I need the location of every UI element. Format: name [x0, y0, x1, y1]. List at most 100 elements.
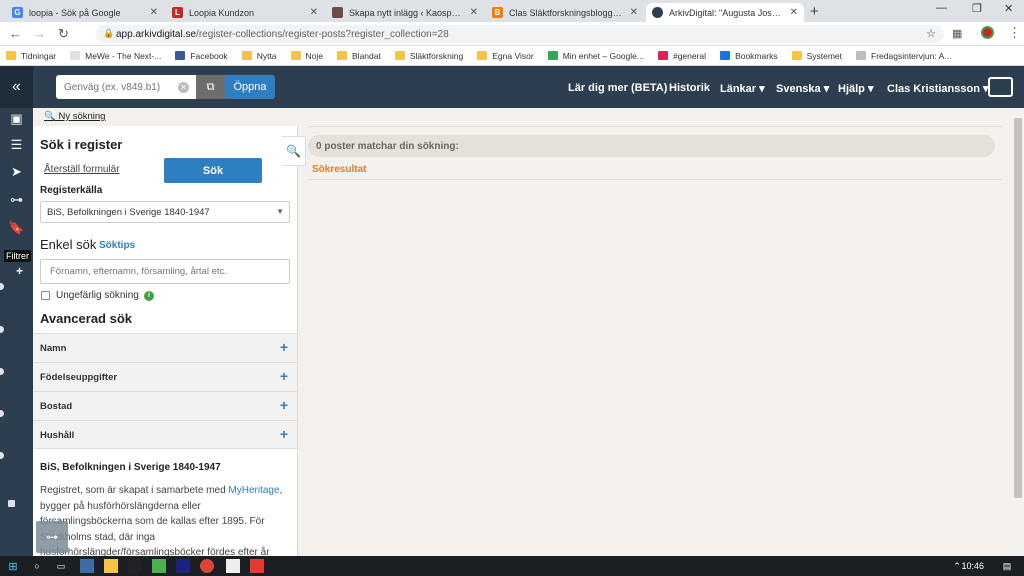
forward-icon[interactable]: → — [33, 26, 46, 41]
close-icon[interactable]: ✕ — [790, 7, 798, 18]
shortcut-input[interactable] — [56, 75, 196, 99]
list-icon[interactable]: ☰ — [0, 131, 33, 159]
close-icon[interactable]: ✕ — [150, 7, 158, 18]
plus-icon: + — [279, 426, 288, 442]
browser-tab[interactable]: G loopia - Sök på Google ✕ — [6, 3, 164, 22]
navigation-icon[interactable]: ➤ — [0, 158, 33, 186]
accordion-birth[interactable]: Födelseuppgifter + — [33, 362, 297, 391]
fuzzy-search-checkbox[interactable] — [41, 291, 50, 300]
bookmark-item[interactable]: #general — [657, 51, 706, 61]
reload-icon[interactable]: ↻ — [58, 26, 69, 42]
action-center-icon[interactable]: ▤ — [1000, 559, 1014, 573]
bookmark-item[interactable]: Systemet — [791, 51, 842, 61]
app-icon[interactable] — [176, 559, 190, 573]
close-window-icon[interactable]: ✕ — [1004, 2, 1013, 15]
bookmark-item[interactable]: Blandat — [337, 51, 381, 61]
app-icon[interactable] — [152, 559, 166, 573]
bookmarks-bar: Tidningar MeWe - The Next-... Facebook N… — [0, 46, 1024, 66]
slider-handle[interactable] — [0, 452, 4, 459]
slider-handle[interactable] — [0, 283, 4, 290]
folder-icon — [791, 51, 802, 60]
star-icon[interactable]: ☆ — [926, 27, 936, 40]
accordion-household[interactable]: Hushåll + — [33, 420, 297, 449]
nav-language[interactable]: Svenska ▾ — [776, 82, 829, 95]
task-view-icon[interactable]: ▭ — [54, 559, 68, 573]
new-tab-button[interactable]: + — [810, 3, 819, 20]
nav-help[interactable]: Hjälp ▾ — [838, 82, 873, 95]
file-explorer-icon[interactable] — [104, 559, 118, 573]
collapse-sidebar-icon[interactable]: « — [0, 66, 33, 108]
search-button[interactable]: Sök — [164, 158, 262, 183]
bookmark-item[interactable]: Min enhet – Google... — [547, 51, 644, 61]
minimize-icon[interactable]: — — [936, 2, 947, 14]
chrome-icon[interactable] — [200, 559, 214, 573]
app-icon[interactable] — [128, 559, 142, 573]
source-select[interactable]: BiS, Befolkningen i Sverige 1840-1947 ▼ — [40, 201, 290, 223]
scrollbar-thumb[interactable] — [1014, 118, 1022, 498]
clock: 10:46 — [961, 561, 984, 571]
accordion-residence[interactable]: Bostad + — [33, 391, 297, 420]
chat-icon[interactable] — [988, 77, 1013, 97]
facebook-icon — [175, 51, 186, 60]
url-field[interactable]: 🔒 app.arkivdigital.se/register-collectio… — [96, 25, 944, 43]
app-icon[interactable] — [80, 559, 94, 573]
tab-title: Skapa nytt inlägg ‹ Kaospensionär — [349, 7, 464, 18]
app-icon[interactable] — [250, 559, 264, 573]
bookmark-item[interactable]: Fredagsintervjun: A... — [856, 51, 951, 61]
copy-icon[interactable]: ⧉ — [196, 75, 225, 99]
myheritage-link[interactable]: MyHeritage — [228, 485, 279, 496]
browser-tab[interactable]: B Clas Släktforskningsblogg: Gratis ✕ — [486, 3, 644, 22]
bookmark-item[interactable]: MeWe - The Next-... — [70, 51, 161, 61]
browser-tab[interactable]: Skapa nytt inlägg ‹ Kaospensionär ✕ — [326, 3, 484, 22]
bookmark-item[interactable]: Tidningar — [6, 51, 56, 61]
browser-tab[interactable]: L Loopia Kundzon ✕ — [166, 3, 324, 22]
slider-handle[interactable] — [0, 410, 4, 417]
nav-learn-more[interactable]: Lär dig mer (BETA) — [568, 82, 667, 94]
search-icon[interactable]: 🔍 — [282, 136, 306, 166]
source-label: Registerkälla — [40, 185, 103, 196]
slack-icon — [657, 51, 668, 60]
address-bar: ← → ↻ 🔒 app.arkivdigital.se/register-col… — [0, 22, 1024, 46]
simple-search-input[interactable] — [40, 259, 290, 284]
new-search-link[interactable]: 🔍 Ny sökning — [44, 111, 105, 122]
reset-form-link[interactable]: Återställ formulär — [44, 164, 120, 175]
bookmark-item[interactable]: Nytta — [241, 51, 277, 61]
tree-icon[interactable]: ⊶ — [0, 186, 33, 214]
close-icon[interactable]: ✕ — [310, 7, 318, 18]
tree-icon[interactable]: ⊶ — [36, 521, 68, 553]
bookmark-item[interactable]: Noje — [290, 51, 323, 61]
arkivdigital-icon — [652, 7, 663, 18]
extension-icon[interactable]: ▦ — [952, 27, 962, 40]
menu-icon[interactable]: ⋮ — [1008, 25, 1021, 41]
search-panel: Sök i register Återställ formulär Sök Re… — [33, 126, 298, 556]
back-icon[interactable]: ← — [9, 26, 22, 41]
search-icon[interactable]: ○ — [30, 559, 44, 573]
google-drive-icon — [547, 51, 558, 60]
clear-icon[interactable]: ✕ — [178, 82, 189, 93]
maximize-icon[interactable]: ❐ — [972, 2, 982, 15]
nav-user[interactable]: Clas Kristiansson ▾ — [887, 82, 989, 95]
bookmark-icon[interactable]: 🔖 — [0, 214, 33, 242]
archive-icon[interactable]: ▣ — [0, 105, 33, 133]
info-icon[interactable]: i — [144, 291, 154, 301]
slider-handle[interactable] — [0, 368, 4, 375]
app-icon[interactable] — [226, 559, 240, 573]
search-tips-link[interactable]: Söktips — [99, 240, 135, 251]
fuzzy-search-label: Ungefärlig sökning — [56, 290, 139, 301]
slider-handle[interactable] — [0, 326, 4, 333]
bookmark-item[interactable]: Släktforskning — [394, 51, 463, 61]
close-icon[interactable]: ✕ — [630, 7, 638, 18]
nav-links[interactable]: Länkar ▾ — [720, 82, 765, 95]
plus-icon[interactable]: + — [16, 264, 23, 278]
bookmark-item[interactable]: Egna Visor — [477, 51, 534, 61]
windows-start-icon[interactable]: ⊞ — [6, 559, 20, 573]
profile-avatar[interactable] — [981, 26, 994, 39]
nav-history[interactable]: Historik — [669, 82, 710, 94]
close-icon[interactable]: ✕ — [470, 7, 478, 18]
browser-tab-active[interactable]: ArkivDigital: "Augusta Josephina ✕ — [646, 3, 804, 22]
open-button[interactable]: Öppna — [225, 75, 275, 99]
accordion-name[interactable]: Namn + — [33, 333, 297, 362]
bookmark-item[interactable]: Facebook — [175, 51, 228, 61]
slider-handle[interactable] — [8, 500, 15, 507]
bookmark-item[interactable]: Bookmarks — [720, 51, 778, 61]
